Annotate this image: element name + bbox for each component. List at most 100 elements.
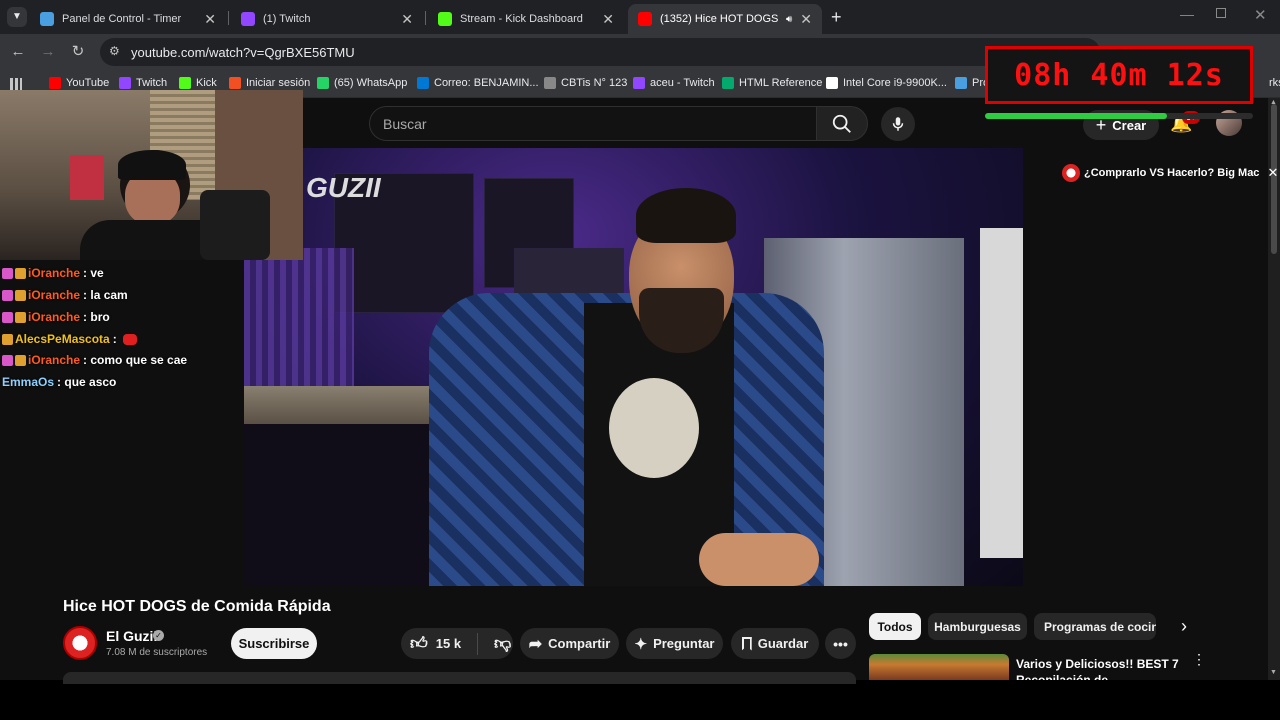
chips-next-button[interactable]: › [1172, 613, 1196, 640]
chat-text: : la cam [83, 288, 128, 302]
bookmark-favicon-icon [955, 77, 967, 89]
thumbs-up-icon: 👍︎ [410, 634, 428, 653]
chat-text: : ve [83, 266, 104, 280]
chat-text: : bro [83, 310, 110, 324]
site-info-icon[interactable]: ⚙ [109, 44, 120, 58]
recommendation-title[interactable]: Varios y Deliciosos!! BEST 7 Recopilació… [1016, 656, 1186, 680]
chip-hamburguesas[interactable]: Hamburguesas [928, 613, 1027, 640]
bookmark-favicon-icon [1252, 77, 1264, 89]
chat-username: iOranche [28, 353, 81, 367]
chip-todos[interactable]: Todos [869, 613, 921, 640]
tab-search-button[interactable]: ▼ [7, 7, 27, 27]
channel-logo-icon [1062, 164, 1080, 182]
minimize-window-button[interactable]: — [1180, 6, 1194, 22]
restore-window-button[interactable] [1216, 8, 1226, 18]
address-bar[interactable]: ⚙ youtube.com/watch?v=QgrBXE56TMU [100, 38, 1100, 66]
like-count: 15 k [435, 636, 462, 651]
apps-icon[interactable] [10, 78, 22, 90]
back-button[interactable]: ← [8, 42, 28, 62]
bookmark-item[interactable]: Pro [955, 77, 989, 89]
chip-programas-de-cocina[interactable]: Programas de cocina [1034, 613, 1156, 640]
thumbs-down-icon: 👎︎ [494, 634, 512, 653]
save-button[interactable]: Guardar [731, 628, 819, 659]
dislike-button[interactable]: 👎︎ [484, 633, 511, 654]
share-button[interactable]: ➦ Compartir [520, 628, 619, 659]
tab-favicon-icon [438, 12, 452, 26]
voice-search-button[interactable] [881, 107, 915, 141]
share-label: Compartir [548, 636, 611, 651]
bookmark-item[interactable]: rks [1252, 77, 1280, 89]
suggestion-title: ¿Comprarlo VS Hacerlo? Big Mac [1084, 167, 1260, 179]
browser-tab[interactable]: (1352) Hice HOT DOGS de C 🔊︎ ✕ [628, 4, 822, 34]
video-player[interactable] [244, 148, 1023, 586]
browser-tab[interactable]: (1) Twitch ✕ [231, 4, 423, 34]
bookmark-item[interactable]: Correo: BENJAMIN... [417, 77, 539, 89]
more-actions-button[interactable]: ••• [825, 628, 856, 659]
close-icon[interactable]: ✕ [1267, 165, 1278, 181]
reload-icon: ↻ [71, 43, 85, 60]
browser-tab[interactable]: Panel de Control - Timer ✕ [30, 4, 226, 34]
video-watermark: GUZII [306, 172, 381, 203]
chat-username: iOranche [28, 310, 81, 324]
more-horizontal-icon: ••• [833, 635, 848, 652]
browser-tab[interactable]: Stream - Kick Dashboard ✕ [428, 4, 624, 34]
new-tab-button[interactable]: + [831, 7, 842, 28]
arrow-left-icon: ← [10, 43, 26, 60]
close-tab-icon[interactable]: ✕ [602, 11, 614, 28]
chat-username: iOranche [28, 266, 81, 280]
channel-avatar[interactable] [63, 626, 97, 660]
close-tab-icon[interactable]: ✕ [204, 11, 216, 28]
chat-text: : [112, 332, 117, 346]
subscribe-button[interactable]: Suscribirse [231, 628, 317, 659]
bookmark-favicon-icon [544, 77, 556, 89]
tab-favicon-icon [638, 12, 652, 26]
bookmark-item[interactable]: aceu - Twitch [633, 77, 715, 89]
close-window-button[interactable]: ✕ [1254, 6, 1267, 24]
bookmark-item[interactable]: Intel Core i9-9900K... [826, 77, 947, 89]
ask-label: Preguntar [653, 636, 715, 651]
close-tab-icon[interactable]: ✕ [401, 11, 413, 28]
scroll-up-arrow[interactable]: ▲ [1270, 99, 1277, 106]
ask-button[interactable]: ✦ Preguntar [626, 628, 723, 659]
chevron-right-icon: › [1181, 616, 1187, 636]
forward-button[interactable]: → [38, 42, 58, 62]
suggested-video-card[interactable]: ¿Comprarlo VS Hacerlo? Big Mac ✕ [1062, 162, 1278, 184]
channel-name[interactable]: El Guzii [106, 628, 157, 644]
tab-title: (1) Twitch [263, 13, 311, 25]
search-icon [832, 114, 851, 133]
bookmark-item[interactable]: Iniciar sesión [229, 77, 310, 89]
search-button[interactable] [816, 106, 868, 141]
close-tab-icon[interactable]: ✕ [800, 11, 812, 28]
chat-badge-icon [15, 267, 26, 279]
chat-text: : que asco [57, 375, 117, 389]
arrow-right-icon: → [40, 43, 56, 60]
chat-text: : como que se cae [83, 353, 188, 367]
like-button[interactable]: 👍︎ 15 k [401, 633, 471, 654]
chat-username: AlecsPeMascota [15, 332, 110, 346]
chip-label: Hamburguesas [934, 619, 1021, 634]
bookmark-item[interactable]: CBTis N° 123 [544, 77, 627, 89]
browser-tab-strip: ▼ Panel de Control - Timer ✕ (1) Twitch ✕ St… [0, 0, 1280, 34]
reload-button[interactable]: ↻ [68, 42, 88, 62]
url-text: youtube.com/watch?v=QgrBXE56TMU [131, 45, 355, 60]
more-vertical-icon[interactable]: ⋮ [1192, 652, 1206, 666]
bookmark-item[interactable]: HTML Reference [722, 77, 822, 89]
chat-badge-icon [15, 354, 26, 366]
bookmark-item[interactable]: (65) WhatsApp [317, 77, 407, 89]
scroll-down-arrow[interactable]: ▼ [1270, 669, 1277, 676]
recommendation-thumbnail[interactable] [869, 654, 1009, 680]
search-input[interactable] [369, 106, 816, 141]
bookmark-favicon-icon [317, 77, 329, 89]
chat-badge-icon [2, 289, 13, 301]
speaker-icon[interactable]: 🔊︎ [786, 14, 792, 25]
bookmark-item[interactable]: YouTube [49, 77, 109, 89]
description-box[interactable] [63, 672, 856, 684]
tab-title: Panel de Control - Timer [62, 13, 182, 25]
bookmark-favicon-icon [179, 77, 191, 89]
bookmark-item[interactable]: Kick [179, 77, 217, 89]
bookmark-favicon-icon [633, 77, 645, 89]
chat-message: AlecsPeMascota: [2, 332, 137, 346]
save-label: Guardar [757, 636, 809, 651]
bookmark-item[interactable]: Twitch [119, 77, 167, 89]
bookmark-favicon-icon [826, 77, 838, 89]
